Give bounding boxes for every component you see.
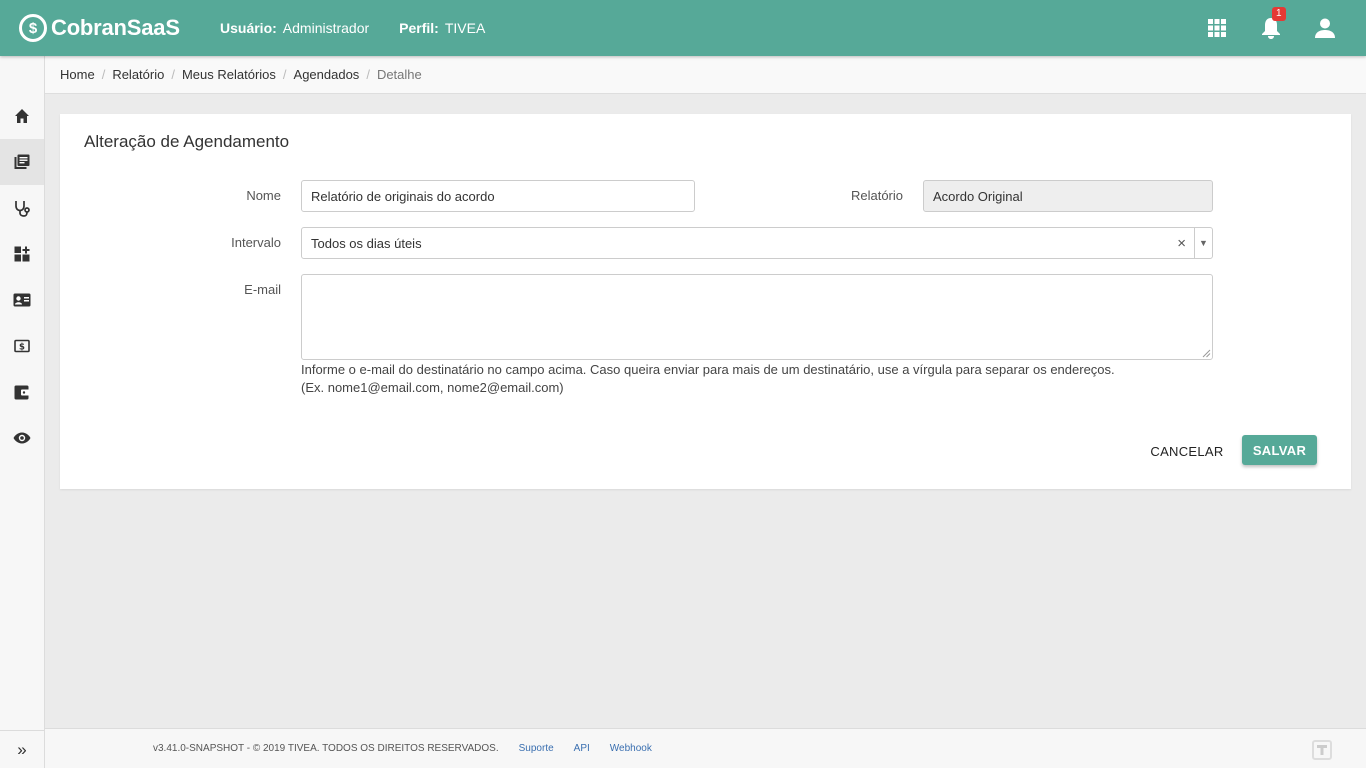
profile-info: Perfil: TIVEA bbox=[399, 20, 485, 36]
sidebar-item-reports[interactable] bbox=[0, 139, 44, 185]
apps-grid-icon[interactable] bbox=[1190, 0, 1244, 56]
intervalo-select[interactable]: Todos os dias úteis × ▼ bbox=[301, 227, 1213, 259]
page-title: Alteração de Agendamento bbox=[84, 132, 290, 151]
home-icon bbox=[15, 109, 29, 123]
email-textarea[interactable] bbox=[301, 274, 1213, 360]
sidebar: $ » bbox=[0, 56, 45, 768]
breadcrumb-separator: / bbox=[171, 67, 175, 82]
intervalo-label: Intervalo bbox=[231, 235, 281, 250]
breadcrumb-detalhe: Detalhe bbox=[376, 67, 422, 82]
chevron-down-icon[interactable]: ▼ bbox=[1194, 228, 1212, 258]
money-icon: $ bbox=[14, 339, 30, 353]
nome-input[interactable]: Relatório de originais do acordo bbox=[301, 180, 695, 212]
sidebar-expand-button[interactable]: » bbox=[0, 730, 44, 768]
logo-text: CobranSaaS bbox=[51, 15, 180, 40]
breadcrumb: Home / Relatório / Meus Relatórios / Age… bbox=[45, 56, 1366, 94]
footer: v3.41.0-SNAPSHOT - © 2019 TIVEA. TODOS O… bbox=[45, 728, 1366, 768]
stethoscope-icon bbox=[15, 200, 30, 217]
email-help-line-2: (Ex. nome1@email.com, nome2@email.com) bbox=[301, 380, 564, 395]
email-help-line-1: Informe o e-mail do destinatário no camp… bbox=[301, 362, 1115, 377]
app-logo[interactable]: $ CobranSaaS bbox=[19, 14, 199, 42]
relatorio-input-value: Acordo Original bbox=[933, 188, 1023, 204]
sidebar-item-stethoscope[interactable] bbox=[0, 185, 44, 231]
breadcrumb-separator: / bbox=[101, 67, 106, 82]
wallet-icon bbox=[14, 385, 30, 399]
breadcrumb-agendados[interactable]: Agendados bbox=[294, 67, 360, 82]
user-info: Usuário: Administrador bbox=[220, 20, 369, 36]
sidebar-item-home[interactable] bbox=[0, 93, 44, 139]
footer-link-api[interactable]: API bbox=[574, 743, 590, 754]
profile-value: TIVEA bbox=[444, 20, 486, 36]
reports-icon bbox=[14, 154, 30, 169]
email-help-text: Informe o e-mail do destinatário no camp… bbox=[301, 361, 1115, 397]
save-button[interactable]: SALVAR bbox=[1242, 435, 1317, 465]
breadcrumb-meus-relatorios[interactable]: Meus Relatórios bbox=[182, 67, 276, 82]
footer-link-webhook[interactable]: Webhook bbox=[610, 743, 652, 754]
nome-label: Nome bbox=[246, 188, 281, 203]
user-account-icon[interactable] bbox=[1298, 0, 1352, 56]
schedule-edit-card: Alteração de Agendamento Nome Relatório … bbox=[60, 114, 1351, 489]
relatorio-label: Relatório bbox=[850, 188, 903, 203]
notification-badge: 1 bbox=[1272, 7, 1286, 21]
nome-input-value: Relatório de originais do acordo bbox=[311, 188, 495, 204]
breadcrumb-home[interactable]: Home bbox=[60, 67, 95, 82]
user-value: Administrador bbox=[282, 20, 370, 36]
intervalo-select-value: Todos os dias úteis bbox=[311, 235, 422, 251]
breadcrumb-relatorio[interactable]: Relatório bbox=[112, 67, 164, 82]
top-bar: $ CobranSaaS Usuário: Administrador Perf… bbox=[0, 0, 1366, 56]
logo-icon: $ bbox=[19, 14, 47, 42]
clear-icon[interactable]: × bbox=[1177, 228, 1186, 258]
breadcrumb-separator: / bbox=[282, 67, 287, 82]
resize-handle-icon[interactable] bbox=[1202, 349, 1211, 358]
sidebar-item-finance[interactable]: $ bbox=[0, 323, 44, 369]
sidebar-item-dashboard[interactable] bbox=[0, 231, 44, 277]
bell-icon[interactable]: 1 bbox=[1244, 0, 1298, 56]
email-label: E-mail bbox=[244, 282, 281, 297]
cancel-button[interactable]: CANCELAR bbox=[1144, 436, 1230, 466]
sidebar-item-wallet[interactable] bbox=[0, 369, 44, 415]
breadcrumb-separator: / bbox=[366, 67, 370, 82]
contact-card-icon bbox=[13, 293, 31, 307]
tivea-logo-icon bbox=[1312, 740, 1332, 760]
profile-label: Perfil: bbox=[399, 20, 439, 36]
double-chevron-right-icon: » bbox=[17, 739, 27, 759]
sidebar-item-contacts[interactable] bbox=[0, 277, 44, 323]
copyright-text: v3.41.0-SNAPSHOT - © 2019 TIVEA. TODOS O… bbox=[153, 743, 499, 754]
eye-icon bbox=[13, 432, 31, 444]
svg-text:$: $ bbox=[19, 343, 25, 353]
user-label: Usuário: bbox=[220, 20, 277, 36]
footer-link-suporte[interactable]: Suporte bbox=[519, 743, 554, 754]
sidebar-item-view[interactable] bbox=[0, 415, 44, 461]
relatorio-input: Acordo Original bbox=[923, 180, 1213, 212]
dashboard-add-icon bbox=[14, 246, 30, 262]
